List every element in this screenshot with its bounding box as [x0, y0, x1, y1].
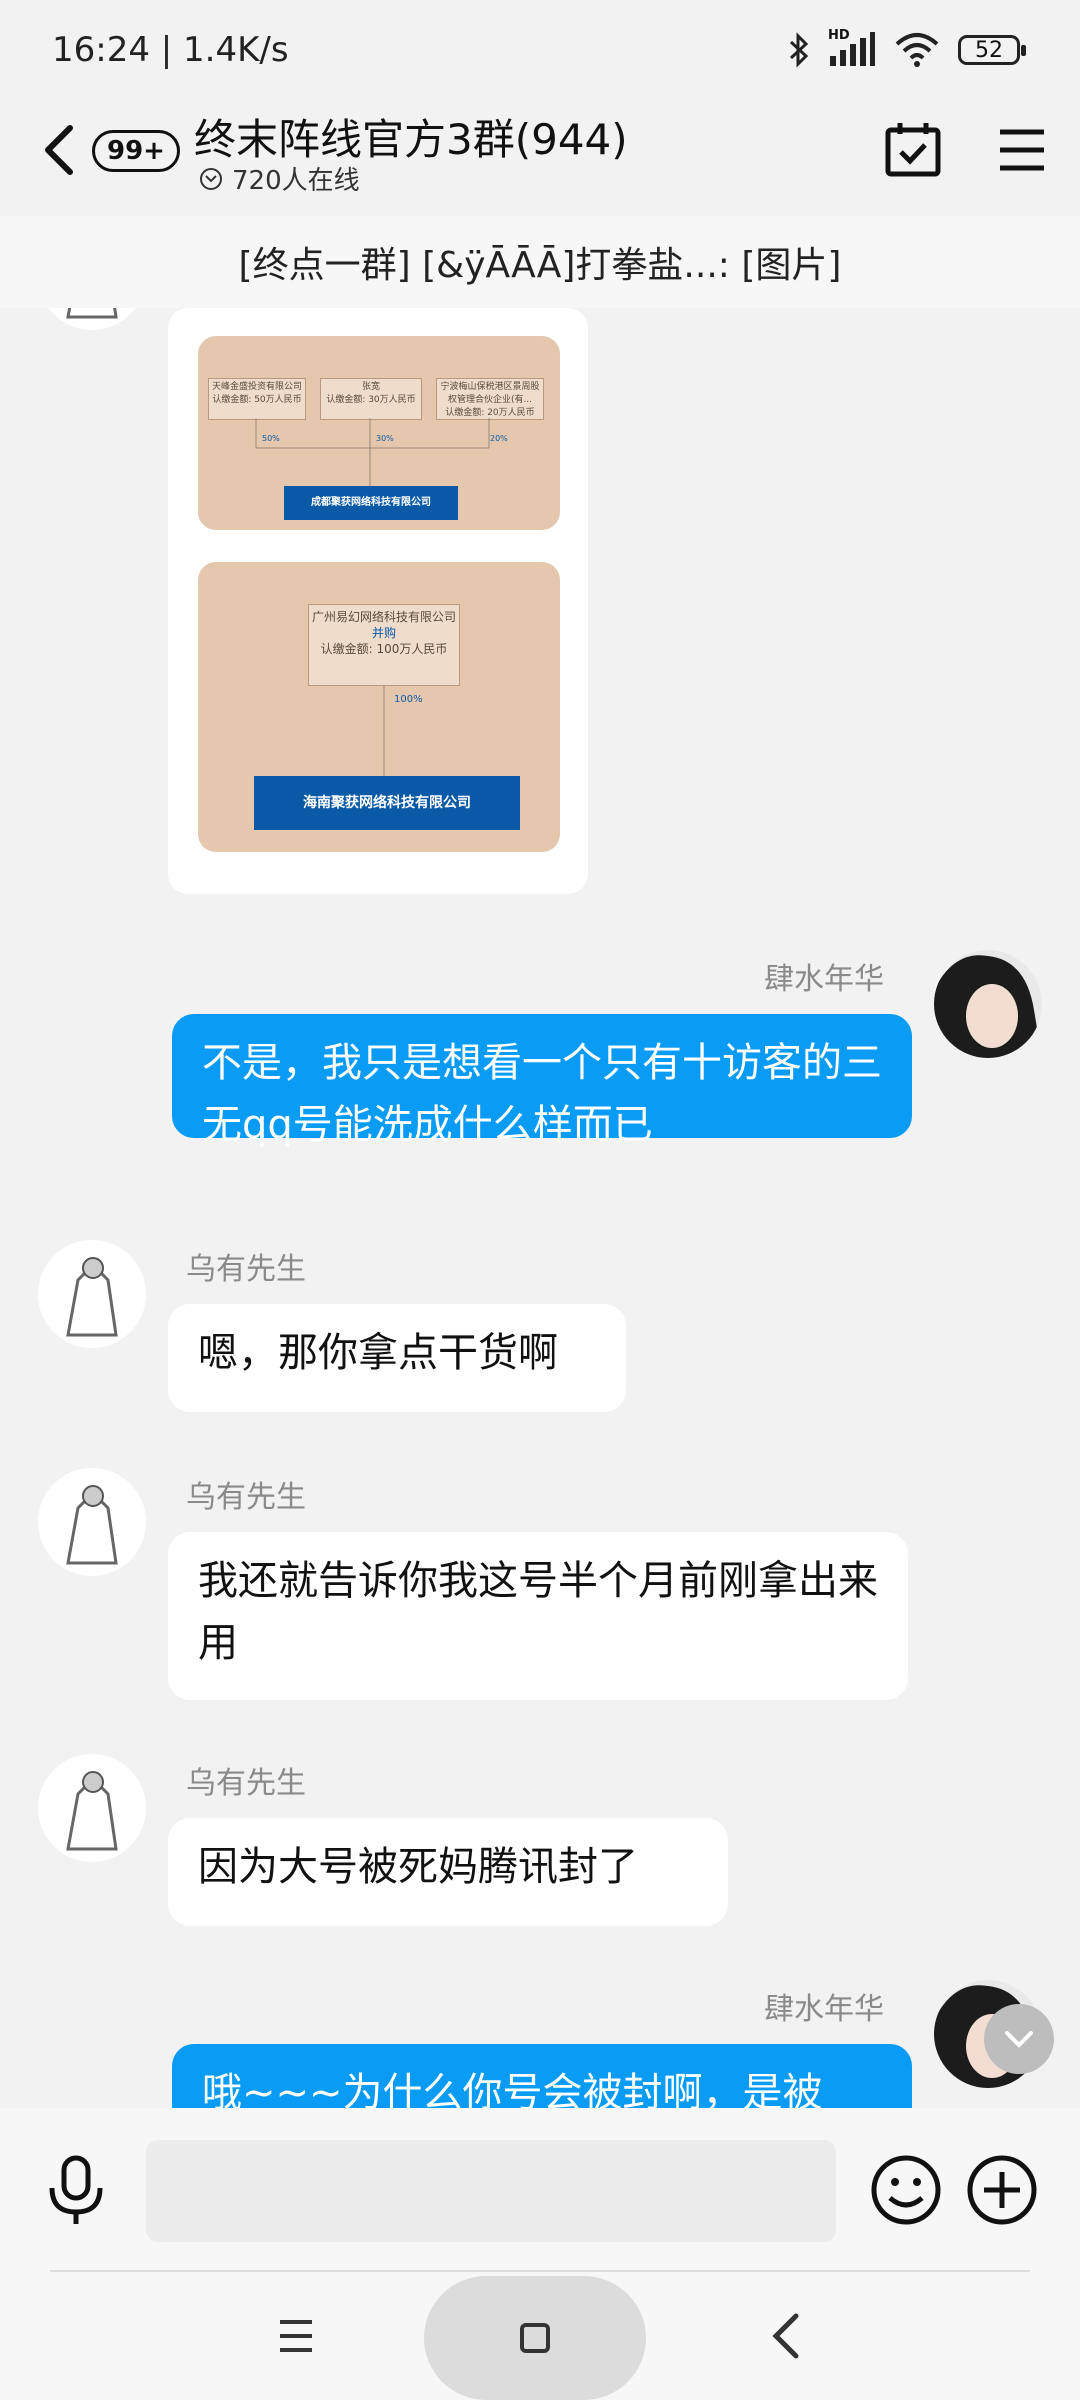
input-bar	[0, 2108, 1080, 2272]
group-title[interactable]: 终末阵线官方3群(944)	[194, 106, 628, 167]
calendar-check-icon[interactable]	[884, 120, 942, 178]
message-bubble[interactable]: 我还就告诉你我这号半个月前刚拿出来用	[168, 1532, 908, 1700]
unread-count-badge[interactable]: 99+	[92, 130, 180, 172]
sender-name: 乌有先生	[186, 1252, 306, 1287]
scroll-to-bottom-button[interactable]	[984, 2004, 1054, 2074]
status-icons: HD 52	[788, 28, 1026, 72]
message-bubble-mine[interactable]: 不是，我只是想看一个只有十访客的三无qq号能洗成什么样而已	[172, 1014, 912, 1148]
microphone-icon[interactable]	[40, 2154, 112, 2226]
plus-icon[interactable]	[966, 2154, 1038, 2226]
system-nav-bar	[0, 2272, 1080, 2400]
message-input[interactable]	[146, 2140, 836, 2242]
sender-name: 肆水年华	[764, 962, 884, 997]
emoji-icon[interactable]	[870, 2154, 942, 2226]
pinned-message-banner[interactable]: [终点一群] [&ÿĀĀĀ]打拳盐...: [图片]	[0, 216, 1080, 308]
recent-apps-icon[interactable]	[270, 2316, 322, 2356]
avatar-wuyou[interactable]	[38, 1754, 146, 1862]
home-square-icon	[520, 2323, 550, 2353]
sender-name: 乌有先生	[186, 1480, 306, 1515]
avatar-wuyou[interactable]	[38, 1468, 146, 1576]
sender-name: 肆水年华	[764, 1992, 884, 2027]
status-bar: 16:24 | 1.4K/s HD 52	[0, 0, 1080, 100]
wifi-icon	[895, 33, 939, 67]
company-bar: 海南聚获网络科技有限公司	[254, 776, 520, 830]
company-bar: 成都聚获网络科技有限公司	[284, 486, 458, 520]
message-bubble-mine[interactable]: 哦~~~为什么你号会被封啊，是被	[172, 2044, 912, 2108]
avatar-sishui[interactable]	[934, 950, 1042, 1058]
message-bubble[interactable]: 嗯，那你拿点干货啊	[168, 1304, 626, 1412]
chevron-down-icon	[1005, 2031, 1033, 2048]
equity-chart-bottom: 广州易幻网络科技有限公司 并购 认缴金额: 100万人民币 100% 海南聚获网…	[198, 562, 560, 852]
avatar-wuyou[interactable]	[38, 308, 146, 330]
message-bubble[interactable]: 因为大号被死妈腾讯封了	[168, 1818, 728, 1926]
back-arrow-icon[interactable]	[36, 120, 84, 180]
equity-chart-top: 天峰金盛投资有限公司 认缴金额: 50万人民币 张宽 认缴金额: 30万人民币 …	[198, 336, 560, 530]
hamburger-menu-icon[interactable]	[996, 124, 1048, 176]
online-count: 720人在线	[232, 166, 360, 196]
image-message-card[interactable]: 天峰金盛投资有限公司 认缴金额: 50万人民币 张宽 认缴金额: 30万人民币 …	[168, 308, 588, 894]
chat-header: 99+ 终末阵线官方3群(944) 720人在线	[0, 100, 1080, 216]
nav-back-icon[interactable]	[766, 2308, 806, 2364]
avatar-wuyou[interactable]	[38, 1240, 146, 1348]
sender-name: 乌有先生	[186, 1766, 306, 1801]
bluetooth-icon	[789, 32, 809, 68]
signal-icon: HD	[828, 28, 876, 68]
online-status[interactable]: 720人在线	[200, 160, 360, 197]
battery-level: 52	[975, 37, 1003, 63]
status-time: 16:24 | 1.4K/s	[52, 30, 289, 70]
chevron-down-circle-icon	[200, 167, 222, 190]
home-button[interactable]	[424, 2276, 646, 2400]
battery-icon: 52	[958, 35, 1026, 65]
chat-message-list[interactable]: 天峰金盛投资有限公司 认缴金额: 50万人民币 张宽 认缴金额: 30万人民币 …	[0, 308, 1080, 2108]
